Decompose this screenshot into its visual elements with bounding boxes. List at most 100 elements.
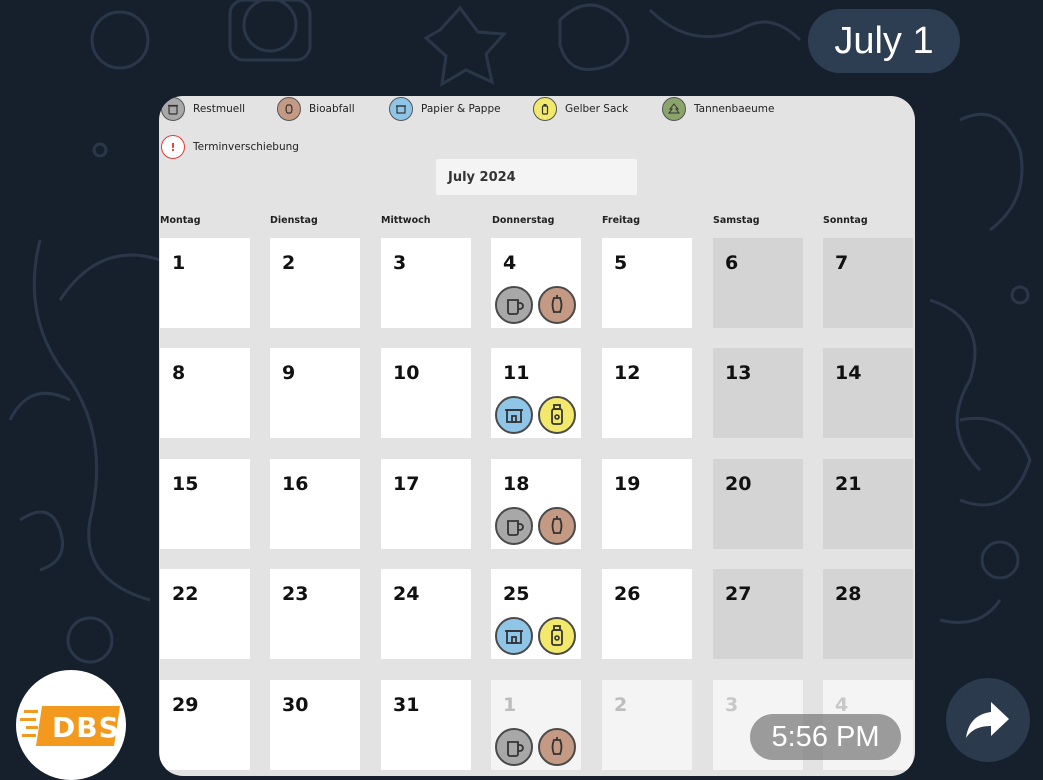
day-number: 11 xyxy=(503,362,530,384)
gelber-sack-bottle-icon xyxy=(538,396,576,434)
day-cell[interactable]: 18 xyxy=(491,459,581,549)
gelber-sack-bottle-icon xyxy=(533,97,557,121)
weekday-header: Sonntag xyxy=(823,215,868,226)
bioabfall-apple-core-icon xyxy=(538,728,576,766)
day-number: 25 xyxy=(503,583,530,605)
day-number: 31 xyxy=(393,694,420,716)
bioabfall-apple-core-icon xyxy=(277,97,301,121)
day-number: 3 xyxy=(393,252,407,274)
day-cell[interactable]: 8 xyxy=(160,348,250,438)
tannenbaum-tree-icon xyxy=(662,97,686,121)
date-separator: July 1 xyxy=(808,9,960,73)
pickup-icons xyxy=(495,396,576,434)
day-number: 5 xyxy=(614,252,628,274)
legend-label: Gelber Sack xyxy=(565,103,629,115)
pickup-icons xyxy=(495,617,576,655)
day-cell[interactable]: 1 xyxy=(160,238,250,328)
day-cell[interactable]: 1 xyxy=(491,680,581,770)
day-cell[interactable]: 27 xyxy=(713,569,803,659)
day-cell[interactable]: 24 xyxy=(381,569,471,659)
weekday-header: Donnerstag xyxy=(492,215,555,226)
day-number: 26 xyxy=(614,583,641,605)
day-cell[interactable]: 16 xyxy=(270,459,360,549)
day-number: 15 xyxy=(172,473,199,495)
legend-item-papier: Papier & Pappe xyxy=(389,96,501,122)
day-cell[interactable]: 15 xyxy=(160,459,250,549)
day-cell[interactable]: 2 xyxy=(270,238,360,328)
restmuell-bin-icon xyxy=(495,507,533,545)
weekday-header: Dienstag xyxy=(270,215,318,226)
day-cell[interactable]: 10 xyxy=(381,348,471,438)
legend-label: Restmuell xyxy=(193,103,246,115)
day-cell[interactable]: 23 xyxy=(270,569,360,659)
day-number: 20 xyxy=(725,473,752,495)
day-number: 29 xyxy=(172,694,199,716)
day-cell[interactable]: 28 xyxy=(823,569,913,659)
bioabfall-apple-core-icon xyxy=(538,507,576,545)
day-cell[interactable]: 2 xyxy=(602,680,692,770)
day-cell[interactable]: 11 xyxy=(491,348,581,438)
pickup-icons xyxy=(495,728,576,766)
day-cell[interactable]: 22 xyxy=(160,569,250,659)
day-number: 16 xyxy=(282,473,309,495)
legend-item-restmuell: Restmuell xyxy=(161,96,245,122)
day-number: 2 xyxy=(282,252,296,274)
day-cell[interactable]: 4 xyxy=(491,238,581,328)
restmuell-bin-icon xyxy=(495,286,533,324)
message-timestamp: 5:56 PM xyxy=(750,714,901,760)
calendar-image-message[interactable]: Restmuell Bioabfall Papier & Pappe Gelbe… xyxy=(159,96,915,776)
day-number: 24 xyxy=(393,583,420,605)
day-number: 2 xyxy=(614,694,628,716)
legend-label: Papier & Pappe xyxy=(421,103,501,115)
day-number: 22 xyxy=(172,583,199,605)
legend-label: Bioabfall xyxy=(309,103,355,115)
day-cell[interactable]: 7 xyxy=(823,238,913,328)
day-cell[interactable]: 30 xyxy=(270,680,360,770)
day-cell[interactable]: 3 xyxy=(381,238,471,328)
day-cell[interactable]: 13 xyxy=(713,348,803,438)
day-number: 3 xyxy=(725,694,739,716)
day-number: 10 xyxy=(393,362,420,384)
day-cell[interactable]: 25 xyxy=(491,569,581,659)
day-cell[interactable]: 21 xyxy=(823,459,913,549)
papier-box-icon xyxy=(495,617,533,655)
day-number: 19 xyxy=(614,473,641,495)
month-selector[interactable]: July 2024 xyxy=(436,159,637,195)
papier-box-icon xyxy=(495,396,533,434)
day-number: 1 xyxy=(503,694,517,716)
papier-box-icon xyxy=(389,97,413,121)
day-cell[interactable]: 5 xyxy=(602,238,692,328)
day-number: 7 xyxy=(835,252,849,274)
day-cell[interactable]: 26 xyxy=(602,569,692,659)
day-number: 21 xyxy=(835,473,862,495)
day-cell[interactable]: 14 xyxy=(823,348,913,438)
day-number: 4 xyxy=(503,252,517,274)
legend-item-terminverschiebung: ! Terminverschiebung xyxy=(161,134,299,160)
day-cell[interactable]: 31 xyxy=(381,680,471,770)
gelber-sack-bottle-icon xyxy=(538,617,576,655)
day-number: 30 xyxy=(282,694,309,716)
pickup-icons xyxy=(495,507,576,545)
day-cell[interactable]: 19 xyxy=(602,459,692,549)
exclamation-icon: ! xyxy=(161,135,185,159)
day-cell[interactable]: 29 xyxy=(160,680,250,770)
legend-label: Terminverschiebung xyxy=(193,141,299,153)
day-cell[interactable]: 6 xyxy=(713,238,803,328)
bioabfall-apple-core-icon xyxy=(538,286,576,324)
day-cell[interactable]: 20 xyxy=(713,459,803,549)
day-cell[interactable]: 17 xyxy=(381,459,471,549)
day-cell[interactable]: 9 xyxy=(270,348,360,438)
day-number: 18 xyxy=(503,473,530,495)
day-number: 8 xyxy=(172,362,186,384)
weekday-header: Samstag xyxy=(713,215,760,226)
restmuell-bin-icon xyxy=(495,728,533,766)
legend-label: Tannenbaeume xyxy=(694,103,775,115)
forward-button[interactable] xyxy=(946,678,1030,762)
weekday-header: Freitag xyxy=(602,215,641,226)
day-number: 9 xyxy=(282,362,296,384)
day-number: 6 xyxy=(725,252,739,274)
sender-avatar[interactable]: DBS xyxy=(16,670,126,780)
day-cell[interactable]: 12 xyxy=(602,348,692,438)
legend-item-gelber-sack: Gelber Sack xyxy=(533,96,628,122)
legend-item-tannenbaeume: Tannenbaeume xyxy=(662,96,774,122)
